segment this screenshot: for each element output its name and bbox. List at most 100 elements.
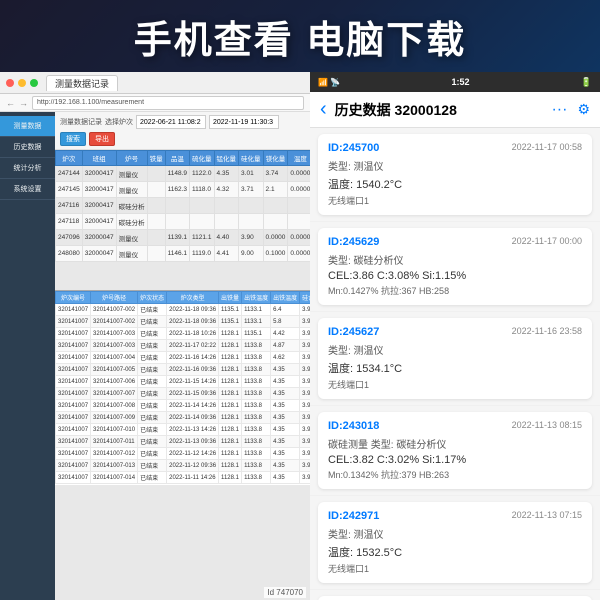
table2-cell: 已结束 xyxy=(138,328,167,340)
table2-cell: 2022-11-18 09:36 xyxy=(167,304,219,316)
table2-cell: 1133.1 xyxy=(242,316,271,328)
table-cell: 1162.3 xyxy=(165,182,189,198)
table-cell: 3.74 xyxy=(263,166,288,182)
table2-cell: 1128.1 xyxy=(219,340,242,352)
table2-row: 320141007320141007-012已结束2022-11-12 14:2… xyxy=(56,448,311,460)
data-table-wrap: 炉次班组炉号铁量品温硫化量锰化量硅化量镁化量温度测试站测温站操作 2471443… xyxy=(55,150,310,290)
table2-header-cell: 出铁温度 xyxy=(271,292,300,304)
table2-cell: 3.95 xyxy=(300,352,310,364)
data-card[interactable]: ID:2456292022-11-17 00:00类型: 碳硅分析仪CEL:3.… xyxy=(318,228,592,305)
table-header-cell: 镁化量 xyxy=(263,151,288,166)
card-sub-values: 无线端口1 xyxy=(328,378,582,391)
table2-cell: 3.98 xyxy=(300,424,310,436)
settings-icon[interactable]: ⚙ xyxy=(577,101,590,119)
card-header: ID:2429712022-11-13 07:15 xyxy=(328,510,582,522)
card-sub-values: 无线端口1 xyxy=(328,562,582,575)
back-button[interactable]: ‹ xyxy=(320,98,327,121)
card-sub-values: Mn:0.1427% 抗拉:367 HB:258 xyxy=(328,284,582,297)
table-cell xyxy=(147,214,165,230)
card-type: 碳硅测量 类型: 碳硅分析仪 xyxy=(328,436,582,451)
table2-cell: 已结束 xyxy=(138,340,167,352)
start-date-input[interactable] xyxy=(136,115,206,129)
table2-cell: 4.35 xyxy=(271,436,300,448)
table2-cell: 4.87 xyxy=(271,340,300,352)
table-cell xyxy=(165,214,189,230)
table-cell xyxy=(263,214,288,230)
table2-cell: 1133.8 xyxy=(242,400,271,412)
data-card[interactable]: ID:2429712022-11-13 07:15类型: 测温仪温度: 1532… xyxy=(318,502,592,583)
table2-cell: 320141007-004 xyxy=(91,352,138,364)
table2-cell: 1128.1 xyxy=(219,448,242,460)
table-cell: 4.41 xyxy=(214,246,239,262)
sidebar-item-settings[interactable]: 系统设置 xyxy=(0,179,55,200)
table-cell: 248080 xyxy=(56,246,83,262)
table2-cell: 320141007 xyxy=(56,400,91,412)
table2-cell: 已结束 xyxy=(138,424,167,436)
card-sub-values: 无线端口1 xyxy=(328,194,582,207)
table2-cell: 320141007-013 xyxy=(91,460,138,472)
table-cell: 碳硅分析 xyxy=(116,198,147,214)
table2-cell: 1128.1 xyxy=(219,328,242,340)
table2-cell: 320141007-005 xyxy=(91,364,138,376)
table-cell: 0.0000 xyxy=(288,182,310,198)
table2-cell: 3.98 xyxy=(300,412,310,424)
sidebar-item-history[interactable]: 历史数据 xyxy=(0,137,55,158)
table-cell: 测量仪 xyxy=(116,166,147,182)
table2-cell: 2022-11-13 09:36 xyxy=(167,436,219,448)
table2-cell: 已结束 xyxy=(138,352,167,364)
main-content: 测量数据记录 ← → http://192.168.1.100/measurem… xyxy=(0,72,600,600)
export-button[interactable]: 导出 xyxy=(89,132,115,146)
table2-cell: 2022-11-18 09:36 xyxy=(167,316,219,328)
browser-chrome: 测量数据记录 xyxy=(0,72,310,94)
phone-screenshot: 📶 📡 1:52 🔋 ‹ 历史数据 32000128 ··· ⚙ ID:2457… xyxy=(310,72,600,600)
table2-cell: 3.98 xyxy=(300,328,310,340)
data-card[interactable]: ID:2430182022-11-13 08:15碳硅测量 类型: 碳硅分析仪C… xyxy=(318,412,592,489)
table-cell xyxy=(239,198,264,214)
browser-dot-yellow[interactable] xyxy=(18,79,26,87)
browser-dot-green[interactable] xyxy=(30,79,38,87)
more-icon[interactable]: ··· xyxy=(551,101,567,119)
table2-header-cell: 出铁量 xyxy=(219,292,242,304)
end-date-input[interactable] xyxy=(209,115,279,129)
data-card[interactable]: ID:2429702022-11-13 07:13碳硅测量 类型: 碳硅分析仪C… xyxy=(318,596,592,600)
address-input[interactable]: http://192.168.1.100/measurement xyxy=(32,96,304,110)
card-date: 2022-11-17 00:58 xyxy=(512,142,582,152)
search-button[interactable]: 搜索 xyxy=(60,132,86,146)
table2-cell: 1128.1 xyxy=(219,424,242,436)
table-header-cell: 硫化量 xyxy=(190,151,215,166)
table-cell: 测量仪 xyxy=(116,182,147,198)
table2-cell: 5.8 xyxy=(271,316,300,328)
table2-row: 320141007320141007-005已结束2022-11-16 09:3… xyxy=(56,364,311,376)
table2-cell: 1128.1 xyxy=(219,400,242,412)
table2-cell: 2022-11-18 10:26 xyxy=(167,328,219,340)
phone-nav-bar: ‹ 历史数据 32000128 ··· ⚙ xyxy=(310,92,600,127)
browser-dot-red[interactable] xyxy=(6,79,14,87)
table-cell xyxy=(190,214,215,230)
table2-cell: 已结束 xyxy=(138,436,167,448)
table2-cell: 1133.8 xyxy=(242,460,271,472)
data-card[interactable]: ID:2457002022-11-17 00:58类型: 测温仪温度: 1540… xyxy=(318,134,592,215)
table-cell: 1121.1 xyxy=(190,230,215,246)
sidebar-item-stats[interactable]: 统计分析 xyxy=(0,158,55,179)
table2-row: 320141007320141007-006已结束2022-11-15 14:2… xyxy=(56,376,311,388)
sidebar-item-measurement[interactable]: 测量数据 xyxy=(0,116,55,137)
status-left: 📶 📡 xyxy=(318,78,340,87)
table2-cell: 320141007-010 xyxy=(91,424,138,436)
table-header-row: 炉次班组炉号铁量品温硫化量锰化量硅化量镁化量温度测试站测温站操作 xyxy=(56,151,311,166)
table2-cell: 2022-11-16 14:26 xyxy=(167,352,219,364)
table-cell: 3.01 xyxy=(239,166,264,182)
card-value: 温度: 1534.1°C xyxy=(328,360,582,376)
table2-cell: 1133.8 xyxy=(242,424,271,436)
table2-cell: 已结束 xyxy=(138,400,167,412)
data-card[interactable]: ID:2456272022-11-16 23:58类型: 测温仪温度: 1534… xyxy=(318,318,592,399)
table2-cell: 3.98 xyxy=(300,388,310,400)
table-header-cell: 锰化量 xyxy=(214,151,239,166)
table-row: 24714432000417测量仪1148.91122.04.353.013.7… xyxy=(56,166,311,182)
table2-cell: 2022-11-13 14:26 xyxy=(167,424,219,436)
pc-screenshot: 测量数据记录 ← → http://192.168.1.100/measurem… xyxy=(0,72,310,600)
table2-cell: 2022-11-14 09:36 xyxy=(167,412,219,424)
card-date: 2022-11-17 00:00 xyxy=(512,236,582,246)
browser-tab[interactable]: 测量数据记录 xyxy=(46,75,118,91)
table-cell xyxy=(190,198,215,214)
browser-address-bar: ← → http://192.168.1.100/measurement xyxy=(0,94,310,112)
